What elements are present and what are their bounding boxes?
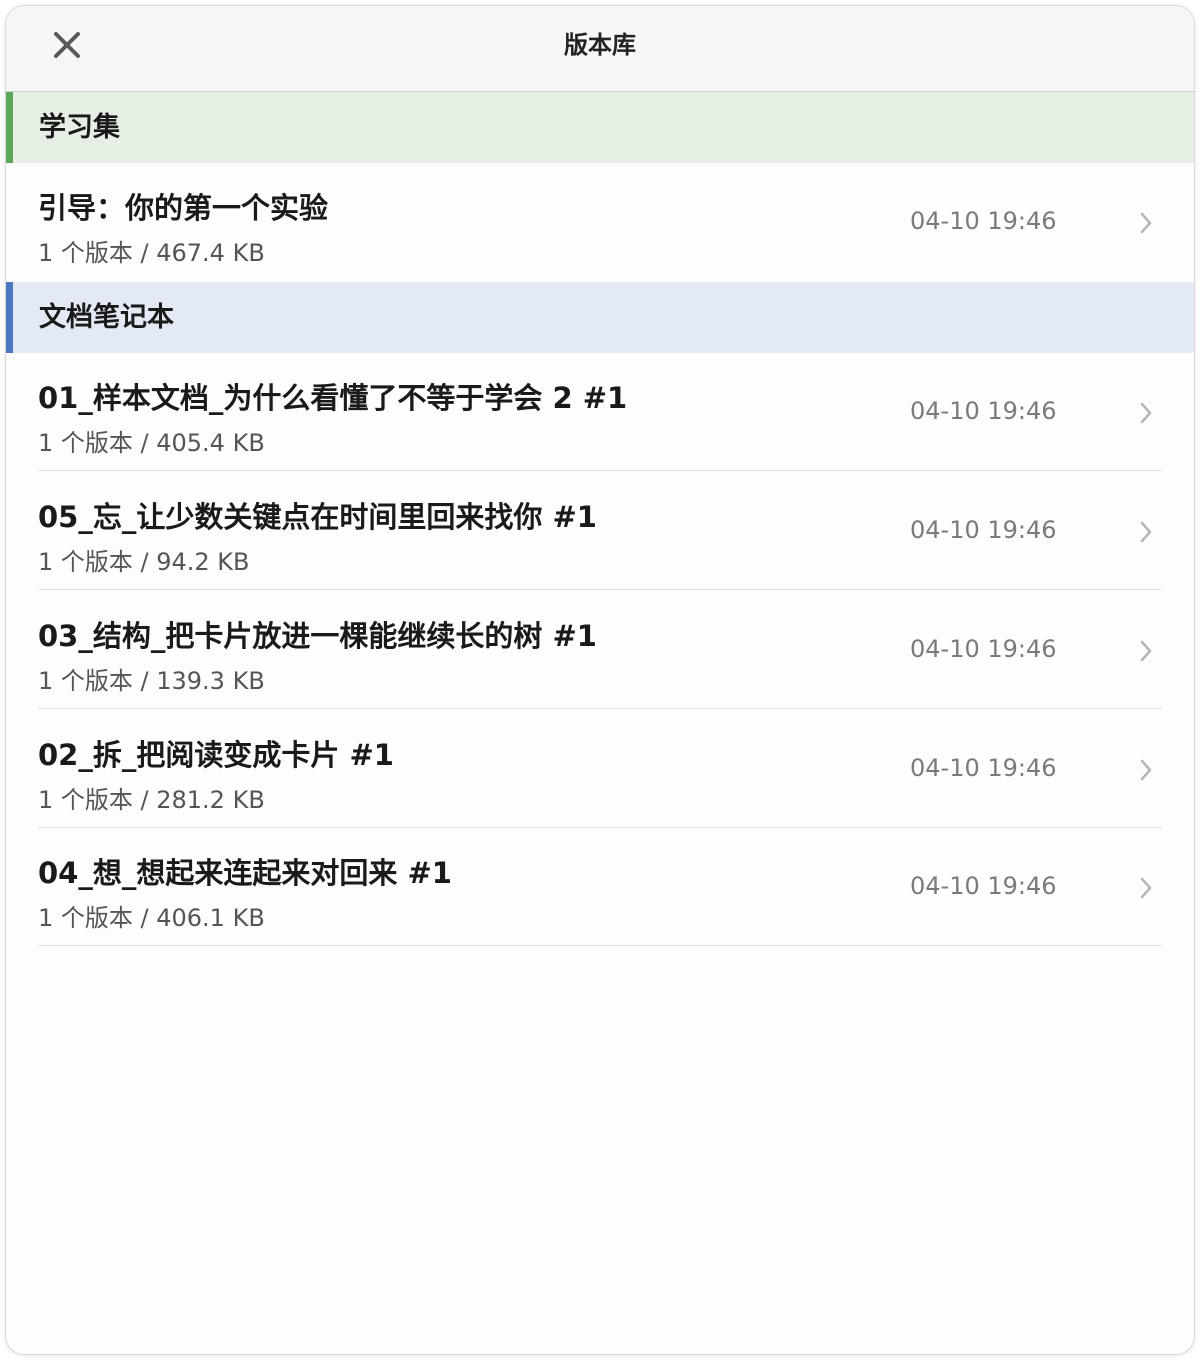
chevron-right-icon — [1140, 877, 1152, 899]
item-title: 02_拆_把阅读变成卡片 #1 — [38, 738, 394, 772]
item-subtitle: 1 个版本 / 139.3 KB — [38, 667, 265, 695]
chevron-right-icon — [1140, 759, 1152, 781]
list-item[interactable]: 05_忘_让少数关键点在时间里回来找你 #1 1 个版本 / 94.2 KB 0… — [6, 472, 1194, 590]
item-subtitle: 1 个版本 / 467.4 KB — [38, 239, 265, 267]
item-title: 03_结构_把卡片放进一棵能继续长的树 #1 — [38, 619, 597, 653]
chevron-right-icon — [1140, 212, 1152, 234]
item-subtitle: 1 个版本 / 94.2 KB — [38, 548, 250, 576]
item-time: 04-10 19:46 — [910, 754, 1057, 782]
list-item[interactable]: 04_想_想起来连起来对回来 #1 1 个版本 / 406.1 KB 04-10… — [6, 828, 1194, 946]
row-divider — [38, 470, 1162, 471]
section-accent-bar — [6, 282, 13, 353]
item-time: 04-10 19:46 — [910, 516, 1057, 544]
row-divider — [38, 945, 1162, 946]
item-title: 01_样本文档_为什么看懂了不等于学会 2 #1 — [38, 381, 628, 415]
window-title: 版本库 — [564, 31, 636, 59]
item-time: 04-10 19:46 — [910, 635, 1057, 663]
item-title: 引导：你的第一个实验 — [38, 191, 329, 225]
item-subtitle: 1 个版本 / 281.2 KB — [38, 786, 265, 814]
item-time: 04-10 19:46 — [910, 872, 1057, 900]
item-subtitle: 1 个版本 / 405.4 KB — [38, 429, 265, 457]
item-subtitle: 1 个版本 / 406.1 KB — [38, 904, 265, 932]
chevron-right-icon — [1140, 521, 1152, 543]
item-title: 04_想_想起来连起来对回来 #1 — [38, 856, 452, 890]
row-divider — [38, 589, 1162, 590]
list-item[interactable]: 01_样本文档_为什么看懂了不等于学会 2 #1 1 个版本 / 405.4 K… — [6, 353, 1194, 471]
title-bar: 版本库 — [6, 6, 1194, 92]
version-library-window: 版本库 学习集 引导：你的第一个实验 1 个版本 / 467.4 KB 04-1… — [6, 6, 1194, 1354]
item-title: 05_忘_让少数关键点在时间里回来找你 #1 — [38, 500, 597, 534]
list-item[interactable]: 引导：你的第一个实验 1 个版本 / 467.4 KB 04-10 19:46 — [6, 163, 1194, 281]
list-item[interactable]: 02_拆_把阅读变成卡片 #1 1 个版本 / 281.2 KB 04-10 1… — [6, 710, 1194, 828]
chevron-right-icon — [1140, 640, 1152, 662]
chevron-right-icon — [1140, 402, 1152, 424]
list-item[interactable]: 03_结构_把卡片放进一棵能继续长的树 #1 1 个版本 / 139.3 KB … — [6, 591, 1194, 709]
section-accent-bar — [6, 92, 13, 163]
item-time: 04-10 19:46 — [910, 207, 1057, 235]
section-label: 学习集 — [39, 112, 120, 143]
section-header-learning-set: 学习集 — [6, 92, 1194, 163]
section-header-doc-notebook: 文档笔记本 — [6, 282, 1194, 353]
section-label: 文档笔记本 — [39, 302, 174, 333]
row-divider — [38, 708, 1162, 709]
item-time: 04-10 19:46 — [910, 397, 1057, 425]
